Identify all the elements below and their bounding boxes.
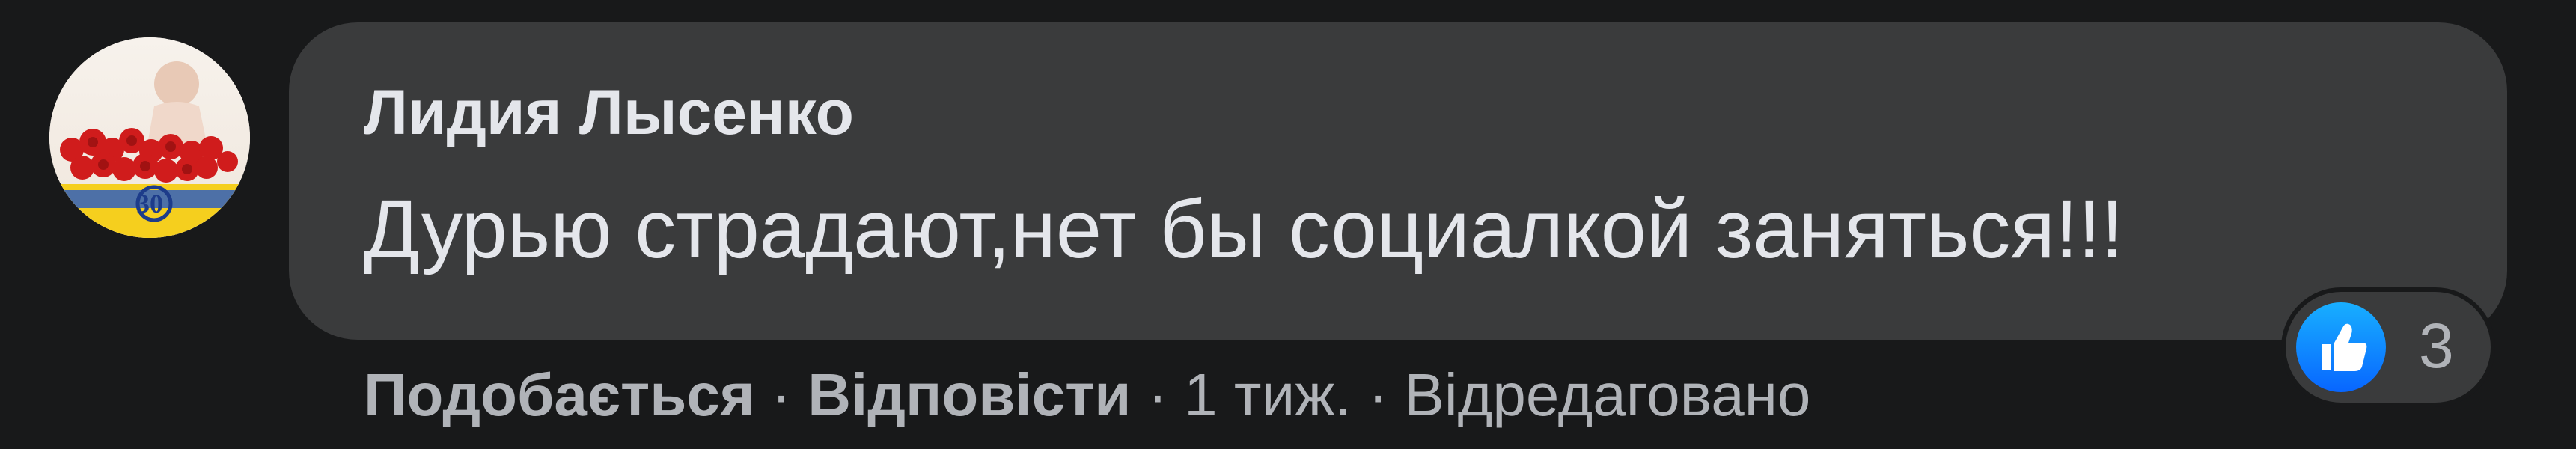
reaction-count: 3 xyxy=(2419,311,2454,381)
reply-button[interactable]: Відповісти xyxy=(808,361,1131,430)
like-icon xyxy=(2296,302,2386,392)
comment-container: 30 Лидия Лысенко Дурью страдают,нет бы с… xyxy=(0,0,2576,449)
comment-text: Дурью страдают,нет бы социалкой заняться… xyxy=(364,183,2124,275)
comment-timestamp[interactable]: 1 тиж. xyxy=(1184,361,1352,430)
separator: · xyxy=(771,361,792,428)
comment-actions: Подобається · Відповісти · 1 тиж. · Відр… xyxy=(364,358,1810,433)
like-button[interactable]: Подобається xyxy=(364,361,755,430)
separator: · xyxy=(1147,361,1168,428)
comment-author[interactable]: Лидия Лысенко xyxy=(364,81,854,144)
avatar-image: 30 xyxy=(49,37,250,238)
avatar[interactable]: 30 xyxy=(49,37,250,238)
comment-bubble: Лидия Лысенко Дурью страдают,нет бы соци… xyxy=(289,22,2507,340)
reactions-summary[interactable]: 3 xyxy=(2281,287,2495,407)
separator: · xyxy=(1367,361,1388,428)
avatar-badge-text: 30 xyxy=(136,189,163,219)
edited-label[interactable]: Відредаговано xyxy=(1405,361,1811,430)
